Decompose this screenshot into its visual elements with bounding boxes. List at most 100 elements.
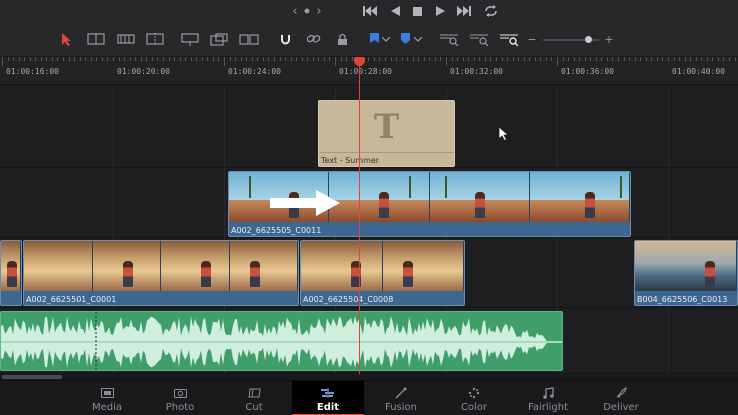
ruler-tick <box>274 57 275 61</box>
ruler-tick <box>624 57 625 61</box>
ruler-tick <box>413 57 414 61</box>
ruler-tick <box>196 57 197 61</box>
ruler-tick <box>230 57 231 61</box>
ruler-tick <box>391 57 392 61</box>
page-tab-fusion[interactable]: Fusion <box>365 381 437 415</box>
ruler-tick <box>41 57 42 61</box>
clip-label: B004_6625506_C0013 <box>637 295 728 304</box>
nav-next-button[interactable]: › <box>314 4 324 19</box>
selection-tool-icon[interactable] <box>60 31 74 47</box>
video-clip-v1-c[interactable]: A002_6625504_C0008 <box>300 240 465 306</box>
playhead[interactable] <box>359 57 360 374</box>
ruler-label: 01:00:24:00 <box>228 67 281 76</box>
flag-icon[interactable] <box>368 31 380 47</box>
page-tab-cut[interactable]: Cut <box>218 381 290 415</box>
jump-to-start-icon[interactable] <box>362 4 378 18</box>
ruler-tick <box>124 57 125 61</box>
ruler-tick <box>557 57 558 66</box>
step-back-icon[interactable] <box>388 4 402 18</box>
video-clip-v1-d[interactable]: B004_6625506_C0013 <box>634 240 738 306</box>
page-tab-fairlight[interactable]: Fairlight <box>512 381 584 415</box>
video-clip-v1-a[interactable] <box>0 240 22 306</box>
ruler-tick <box>601 57 602 61</box>
loop-icon[interactable] <box>482 3 500 19</box>
edit-page-icon <box>321 387 335 399</box>
ruler-tick <box>596 57 597 61</box>
trim-tool-icon[interactable] <box>86 31 106 47</box>
video-clip-v1-b[interactable]: A002_6625501_C0001 <box>23 240 299 306</box>
ruler-tick <box>52 57 53 61</box>
overwrite-clip-icon[interactable] <box>209 31 229 47</box>
ruler-tick <box>157 57 158 61</box>
ruler-tick <box>707 57 708 61</box>
page-tab-deliver[interactable]: Deliver <box>585 381 657 415</box>
page-tab-color[interactable]: Color <box>438 381 510 415</box>
page-tab-label: Color <box>460 402 488 413</box>
ruler-tick <box>119 57 120 61</box>
edit-toolbar: − + <box>0 22 738 57</box>
zoom-slider[interactable] <box>543 36 599 43</box>
page-tab-photo[interactable]: Photo <box>144 381 216 415</box>
zoom-slider-handle[interactable] <box>585 36 592 43</box>
ruler-tick <box>368 57 369 61</box>
ruler-tick <box>563 57 564 61</box>
dynamic-trim-icon[interactable] <box>116 31 136 47</box>
ruler-tick <box>135 57 136 61</box>
page-tab-media[interactable]: Media <box>71 381 143 415</box>
ruler-tick <box>524 57 525 61</box>
ruler-tick <box>85 57 86 61</box>
zoom-custom-icon[interactable] <box>498 31 520 47</box>
scrollbar-thumb[interactable] <box>2 375 62 379</box>
ruler-tick <box>424 57 425 61</box>
ruler-label: 01:00:40:00 <box>672 67 725 76</box>
position-lock-icon[interactable] <box>334 31 350 47</box>
stop-icon[interactable] <box>410 4 424 18</box>
zoom-detail-icon[interactable] <box>468 31 490 47</box>
deliver-page-icon <box>614 387 628 399</box>
marker-dropdown-chevron-icon[interactable] <box>413 31 423 47</box>
ruler-tick <box>468 57 469 61</box>
ruler-tick <box>690 57 691 61</box>
ruler-tick <box>440 57 441 61</box>
zoom-full-extent-icon[interactable] <box>438 31 460 47</box>
audio-clip[interactable] <box>0 311 563 371</box>
replace-clip-icon[interactable] <box>238 31 260 47</box>
ruler-tick <box>218 57 219 61</box>
ruler-tick <box>202 57 203 61</box>
ruler-tick <box>213 57 214 61</box>
ruler-tick <box>13 57 14 61</box>
ruler-tick <box>207 57 208 61</box>
ruler-tick <box>668 57 669 61</box>
page-tab-edit[interactable]: Edit <box>292 381 364 415</box>
ruler-tick <box>479 57 480 61</box>
ruler-label: 01:00:16:00 <box>6 67 59 76</box>
title-clip[interactable]: T Text - Summer <box>318 100 455 167</box>
ruler-tick <box>590 57 591 61</box>
nav-prev-button[interactable]: ‹ <box>290 4 300 19</box>
zoom-in-button[interactable]: + <box>603 31 615 47</box>
ruler-tick <box>674 57 675 61</box>
jump-to-end-icon[interactable] <box>456 4 472 18</box>
ruler-tick <box>174 57 175 61</box>
ruler-tick <box>146 57 147 61</box>
ruler-tick <box>257 57 258 61</box>
flag-dropdown-chevron-icon[interactable] <box>381 31 391 47</box>
ruler-tick <box>291 57 292 61</box>
ruler-tick <box>496 57 497 61</box>
play-icon[interactable] <box>433 4 447 18</box>
marker-icon[interactable] <box>399 31 411 47</box>
insert-clip-icon[interactable] <box>180 31 200 47</box>
linked-selection-icon[interactable] <box>306 31 322 47</box>
ruler-tick <box>35 57 36 61</box>
ruler-tick <box>585 57 586 61</box>
ruler-tick <box>618 57 619 61</box>
ruler-tick <box>679 57 680 61</box>
ruler-tick <box>513 57 514 61</box>
ruler-tick <box>718 57 719 61</box>
ruler-tick <box>107 57 108 61</box>
ruler-tick <box>296 57 297 61</box>
snapping-icon[interactable] <box>277 31 293 47</box>
blade-tool-icon[interactable] <box>145 31 165 47</box>
zoom-out-button[interactable]: − <box>526 31 538 47</box>
timecode-ruler[interactable]: 01:00:16:00 01:00:20:00 01:00:24:00 01:0… <box>0 57 738 85</box>
